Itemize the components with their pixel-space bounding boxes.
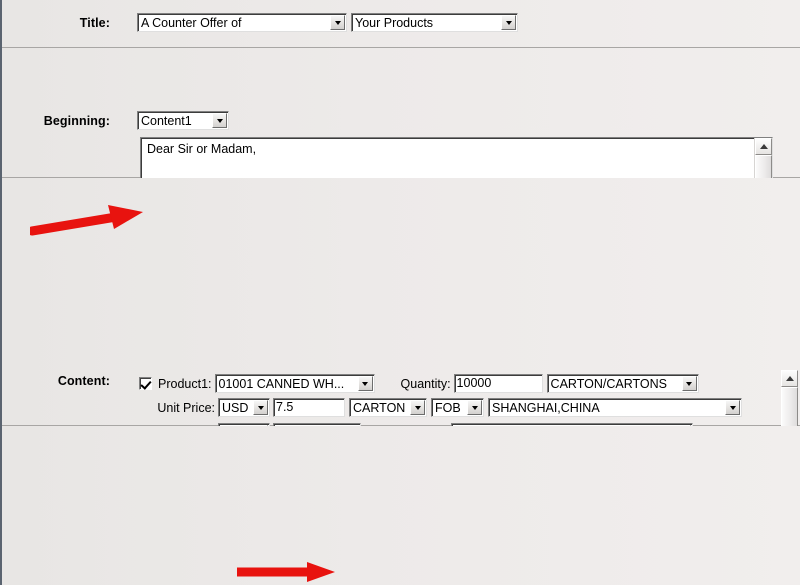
product1-price-unit-select[interactable]: CARTON [349,398,427,417]
product1-price-unit-value: CARTON [353,400,405,416]
chevron-down-icon[interactable] [330,15,345,30]
beginning-template-select[interactable]: Content1 [137,111,229,130]
product1-line-unit-price: Unit Price: USD 7.5 CARTON FOB SHANGHAI,… [139,395,742,420]
counter-offer-form: Title: A Counter Offer of Your Products … [0,0,800,585]
product1-quantity-input[interactable]: 10000 [454,374,543,393]
product1-port-select[interactable]: SHANGHAI,CHINA [488,398,742,417]
beginning-template-value: Content1 [141,113,192,129]
title-greeting-value: A Counter Offer of [141,15,242,31]
product1-select-value: 01001 CANNED WH... [219,376,345,392]
scroll-up-button[interactable] [755,138,772,155]
product1-port-value: SHANGHAI,CHINA [492,400,600,416]
product1-term-value: FOB [435,400,461,416]
beginning-panel: Beginning: Content1 Dear Sir or Madam, T… [2,48,800,178]
product1-select[interactable]: 01001 CANNED WH... [215,374,375,393]
chevron-down-icon[interactable] [212,113,227,128]
product1-currency-value: USD [222,400,248,416]
product1-quantity-unit-value: CARTON/CARTONS [551,376,667,392]
title-greeting-select[interactable]: A Counter Offer of [137,13,347,32]
scroll-up-button[interactable] [781,370,798,387]
product1-unit-price-label: Unit Price: [139,401,215,415]
product1-currency-select[interactable]: USD [218,398,270,417]
product1-quantity-label: Quantity: [401,377,451,391]
ending-panel: Ending: Content1 We hope you take our su… [2,426,800,585]
product1-quantity-unit-select[interactable]: CARTON/CARTONS [547,374,699,393]
chevron-down-icon[interactable] [358,376,373,391]
product1-label: Product1: [158,377,212,391]
title-panel: Title: A Counter Offer of Your Products [2,0,800,48]
title-label: Title: [2,16,110,30]
product1-checkbox[interactable] [139,377,152,390]
chevron-down-icon[interactable] [410,400,425,415]
chevron-down-icon[interactable] [682,376,697,391]
product1-unit-price-input[interactable]: 7.5 [273,398,345,417]
content-label: Content: [2,374,110,388]
content-panel: Content: Product1: 01001 CANNED WH... Qu… [2,178,800,426]
title-subject-select[interactable]: Your Products [351,13,518,32]
chevron-down-icon[interactable] [467,400,482,415]
title-subject-value: Your Products [355,15,433,31]
chevron-down-icon[interactable] [253,400,268,415]
product1-term-select[interactable]: FOB [431,398,484,417]
chevron-down-icon[interactable] [501,15,516,30]
product1-line-identity: Product1: 01001 CANNED WH... Quantity: 1… [139,372,742,395]
chevron-down-icon[interactable] [725,400,740,415]
beginning-label: Beginning: [2,114,110,128]
